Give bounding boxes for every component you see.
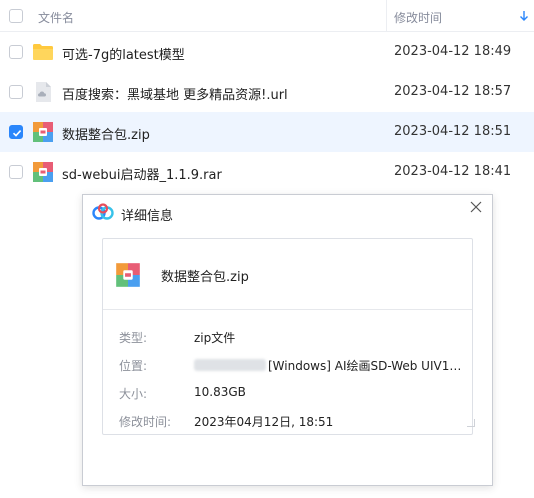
dialog-title-bar[interactable]: 详细信息: [83, 195, 492, 231]
row-checkbox[interactable]: [9, 165, 23, 179]
row-checkbox-checked[interactable]: [9, 125, 23, 139]
file-modified-time: 2023-04-12 18:57: [394, 84, 512, 99]
modified-time-value: 2023年04月12日, 18:51: [194, 415, 334, 429]
row-checkbox[interactable]: [9, 85, 23, 99]
details-dialog: 详细信息 数据整合包.zip 类型: zip文件 位置: [Windows] A…: [82, 194, 493, 486]
zip-archive-icon: [33, 122, 53, 142]
size-value: 10.83GB: [194, 385, 246, 399]
baidu-netdisk-logo-icon: [92, 203, 114, 220]
detail-file-name: 数据整合包.zip: [161, 270, 249, 285]
file-modified-time: 2023-04-12 18:41: [394, 164, 512, 179]
file-row[interactable]: 可选-7g的latest模型 2023-04-12 18:49: [0, 32, 534, 72]
zip-archive-icon: [116, 263, 140, 287]
file-modified-time: 2023-04-12 18:51: [394, 124, 512, 139]
type-value: zip文件: [194, 331, 236, 345]
location-label: 位置:: [119, 359, 148, 373]
close-icon[interactable]: [468, 199, 484, 215]
type-label: 类型:: [119, 331, 148, 345]
url-file-icon: [36, 82, 51, 102]
file-name[interactable]: sd-webui启动器_1.1.9.rar: [62, 164, 222, 183]
file-name[interactable]: 可选-7g的latest模型: [62, 44, 185, 63]
row-checkbox[interactable]: [9, 45, 23, 59]
file-name[interactable]: 数据整合包.zip: [62, 124, 150, 143]
select-all-checkbox[interactable]: [9, 9, 23, 23]
file-row[interactable]: sd-webui启动器_1.1.9.rar 2023-04-12 18:41: [0, 152, 534, 192]
file-row[interactable]: 数据整合包.zip 2023-04-12 18:51: [0, 112, 534, 152]
size-label: 大小:: [119, 387, 148, 401]
column-header-modified-time[interactable]: 修改时间: [394, 9, 442, 26]
file-details-card: 数据整合包.zip 类型: zip文件 位置: [Windows] AI绘画SD…: [102, 238, 475, 435]
column-divider[interactable]: [386, 0, 387, 32]
rar-archive-icon: [33, 162, 53, 182]
checkmark-icon: [12, 130, 22, 137]
divider: [103, 309, 472, 310]
sort-descending-icon[interactable]: [519, 10, 529, 22]
column-header-name[interactable]: 文件名: [38, 9, 74, 26]
resize-grip[interactable]: [467, 419, 475, 427]
location-path-redacted: [194, 359, 266, 371]
file-modified-time: 2023-04-12 18:49: [394, 44, 512, 59]
file-row[interactable]: 百度搜索：黑域基地 更多精品资源!.url 2023-04-12 18:57: [0, 72, 534, 112]
folder-icon: [33, 44, 53, 60]
location-value[interactable]: [Windows] AI绘画SD-Web UIV1....: [268, 357, 464, 374]
dialog-title: 详细信息: [121, 209, 174, 224]
list-header: 文件名 修改时间: [0, 0, 534, 32]
file-list: 文件名 修改时间 可选-7g的latest模型 2023-04-12 18:49…: [0, 0, 534, 192]
file-name[interactable]: 百度搜索：黑域基地 更多精品资源!.url: [62, 84, 288, 103]
modified-time-label: 修改时间:: [119, 415, 172, 429]
